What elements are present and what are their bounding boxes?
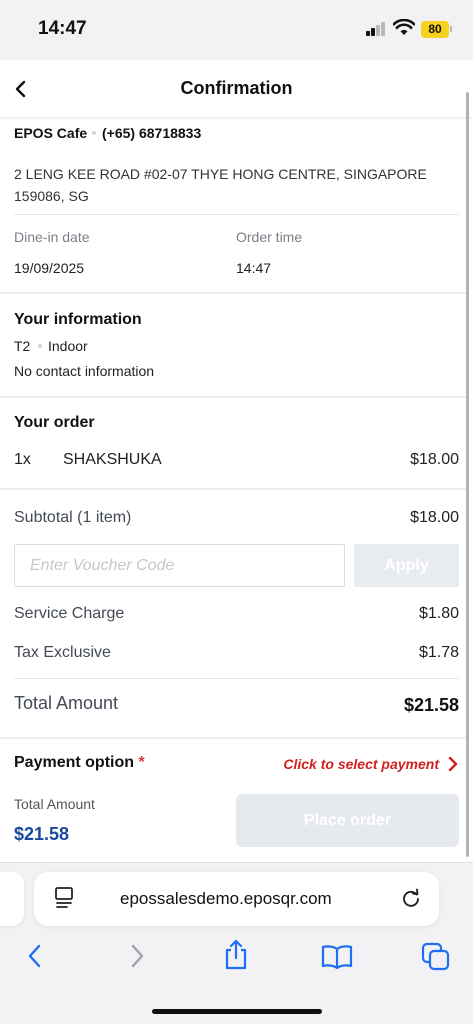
subtotal-label: Subtotal (1 item): [14, 509, 132, 526]
order-time-value: 14:47: [236, 260, 272, 276]
chevron-right-icon: [448, 756, 458, 772]
reload-icon[interactable]: [400, 886, 422, 910]
separator-dot: [38, 344, 42, 348]
service-charge-value: $1.80: [418, 605, 459, 622]
forward-icon[interactable]: [126, 941, 148, 971]
section-divider: [0, 737, 468, 739]
your-order-title: Your order: [14, 414, 95, 431]
dine-in-date-value: 19/09/2025: [14, 260, 85, 276]
service-charge-label: Service Charge: [14, 605, 125, 622]
battery-icon: 80: [421, 21, 449, 38]
bottom-total-label: Total Amount: [14, 796, 95, 812]
select-payment-link[interactable]: Click to select payment: [283, 754, 459, 774]
order-item-name: SHAKSHUKA: [63, 451, 162, 468]
url-text[interactable]: epossalesdemo.eposqr.com: [120, 889, 332, 909]
signal-icon: [366, 22, 386, 36]
tax-label: Tax Exclusive: [14, 644, 111, 661]
total-amount-label: Total Amount: [14, 693, 119, 713]
payment-option-title: Payment option *: [14, 754, 145, 772]
share-icon[interactable]: [222, 939, 250, 971]
total-amount-value: $21.58: [403, 695, 459, 715]
order-item-qty: 1x: [14, 451, 31, 468]
battery-cap: [450, 26, 452, 32]
previous-tab-preview[interactable]: [0, 872, 24, 926]
section-divider: [0, 488, 468, 490]
bottom-total-value: $21.58: [14, 824, 70, 844]
status-time: 14:47: [38, 18, 87, 39]
select-payment-label: Click to select payment: [283, 756, 439, 772]
payment-option-label: Payment option: [14, 754, 135, 771]
separator-dot: [92, 131, 96, 135]
required-mark: *: [138, 754, 145, 771]
your-information-title: Your information: [14, 311, 142, 328]
status-bar: 14:47 80: [0, 0, 473, 60]
shop-name: EPOS Cafe: [14, 125, 88, 141]
divider: [14, 214, 459, 215]
back-icon[interactable]: [24, 941, 46, 971]
seating-area: Indoor: [48, 338, 88, 354]
shop-phone: (+65) 68718833: [102, 125, 202, 141]
shop-address: 2 LENG KEE ROAD #02-07 THYE HONG CENTRE,…: [14, 166, 427, 204]
tax-value: $1.78: [418, 644, 459, 661]
scrollbar[interactable]: [466, 92, 469, 857]
dine-in-date-label: Dine-in date: [14, 229, 90, 245]
contact-information: No contact information: [14, 363, 155, 379]
order-item-price: $18.00: [410, 451, 459, 468]
subtotal-value: $18.00: [410, 509, 459, 526]
tabs-icon[interactable]: [421, 942, 451, 972]
voucher-code-input[interactable]: [14, 544, 345, 587]
table-number: T2: [14, 338, 31, 354]
section-divider: [0, 292, 468, 294]
order-time-label: Order time: [236, 229, 303, 245]
wifi-icon: [393, 19, 415, 35]
page-title: Confirmation: [180, 78, 293, 98]
page-menu-icon[interactable]: [54, 886, 76, 910]
place-order-button[interactable]: Place order: [236, 794, 459, 847]
apply-voucher-button[interactable]: Apply: [354, 544, 459, 587]
app-header: Confirmation: [0, 60, 473, 118]
section-divider: [0, 396, 468, 398]
divider: [14, 678, 459, 679]
home-indicator[interactable]: [152, 1009, 322, 1014]
bookmarks-icon[interactable]: [320, 944, 354, 970]
